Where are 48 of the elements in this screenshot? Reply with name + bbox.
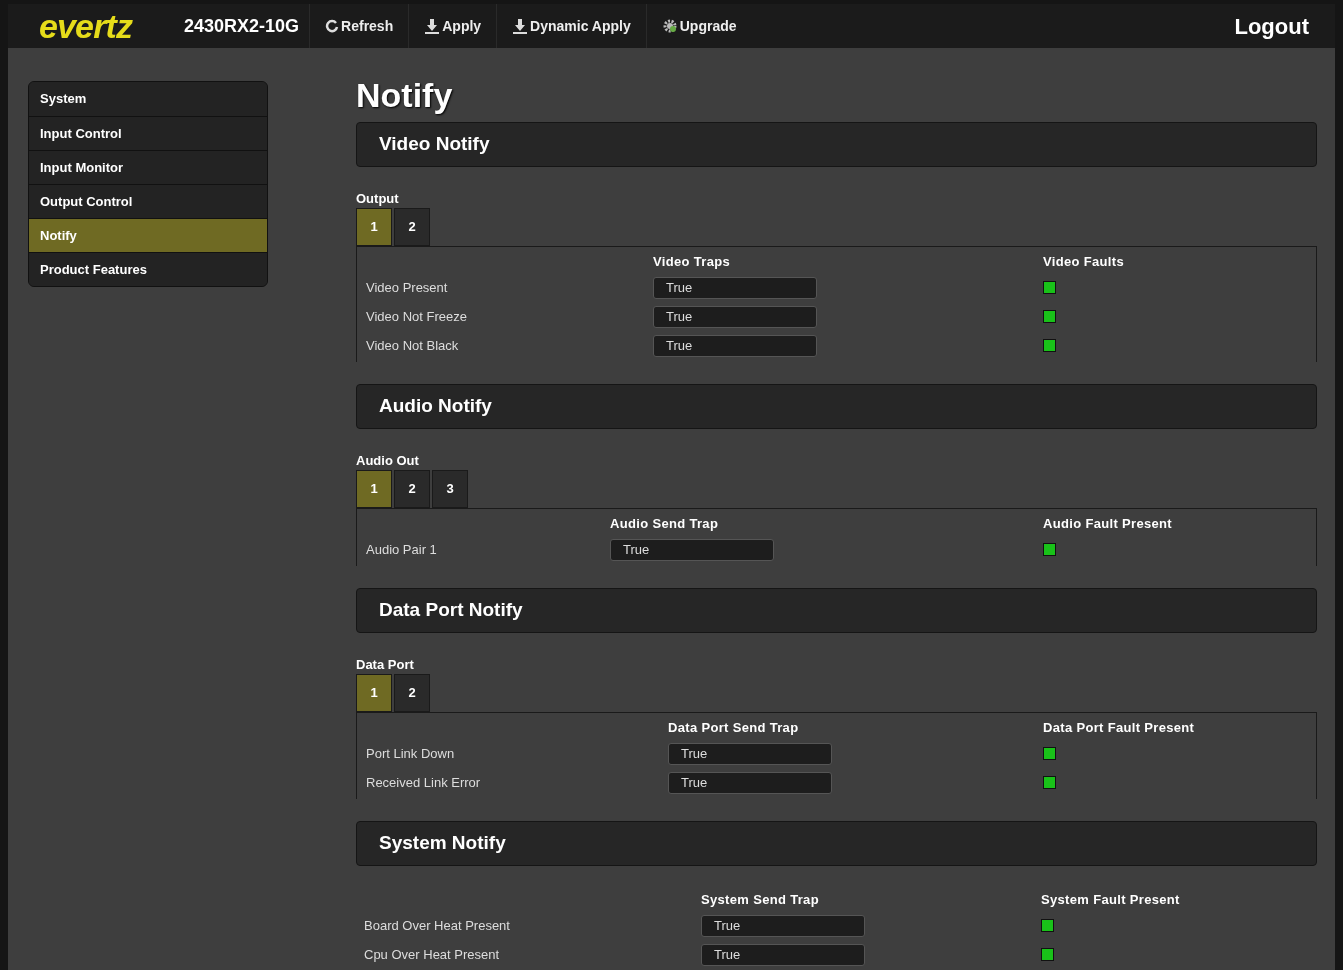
page-title: Notify xyxy=(356,76,454,116)
value-field[interactable]: True xyxy=(701,943,865,966)
logout-button[interactable]: Logout xyxy=(1234,9,1309,43)
column-header: System Fault Present xyxy=(1041,891,1181,909)
tab[interactable]: 2 xyxy=(394,470,430,508)
row-label: Video Not Freeze xyxy=(366,308,468,326)
column-header: System Send Trap xyxy=(701,891,820,909)
row-label: Video Present xyxy=(366,279,449,297)
tab[interactable]: 2 xyxy=(394,208,430,246)
value-field[interactable]: True xyxy=(701,914,865,937)
row-label: Port Link Down xyxy=(366,745,456,763)
column-header: Video Faults xyxy=(1043,253,1125,271)
sidebar-item[interactable]: Product Features xyxy=(29,252,267,286)
row-label: Received Link Error xyxy=(366,774,482,792)
tab[interactable]: 1 xyxy=(356,208,392,246)
column-header: Audio Fault Present xyxy=(1043,515,1173,533)
section-header: System Notify xyxy=(356,821,1317,866)
logo: evertz xyxy=(39,9,134,43)
tab-group-label: Data Port xyxy=(356,656,415,674)
column-header: Data Port Send Trap xyxy=(668,719,800,737)
value-field[interactable]: True xyxy=(668,742,832,765)
column-header: Audio Send Trap xyxy=(610,515,720,533)
row-label: Cpu Over Heat Present xyxy=(364,946,501,964)
section-header: Data Port Notify xyxy=(356,588,1317,633)
gear-icon xyxy=(661,18,678,34)
value-field[interactable]: True xyxy=(653,305,817,328)
download-icon xyxy=(424,18,441,34)
column-header: Data Port Fault Present xyxy=(1043,719,1196,737)
value-field[interactable]: True xyxy=(653,276,817,299)
download-icon xyxy=(512,18,529,34)
tab[interactable]: 1 xyxy=(356,674,392,712)
sidebar-item[interactable]: Notify xyxy=(29,218,267,252)
row-label: Audio Pair 1 xyxy=(366,541,438,559)
value-field[interactable]: True xyxy=(610,538,774,561)
tab[interactable]: 2 xyxy=(394,674,430,712)
section-header: Video Notify xyxy=(356,122,1317,167)
row-label: Video Not Black xyxy=(366,337,460,355)
value-field[interactable]: True xyxy=(653,334,817,357)
section-header: Audio Notify xyxy=(356,384,1317,429)
value-field[interactable]: True xyxy=(668,771,832,794)
tab[interactable]: 1 xyxy=(356,470,392,508)
column-header: Video Traps xyxy=(653,253,732,271)
tab-group-label: Audio Out xyxy=(356,452,420,470)
refresh-icon xyxy=(325,19,340,33)
tab[interactable]: 3 xyxy=(432,470,468,508)
model-name: 2430RX2-10G xyxy=(184,14,300,38)
row-label: Board Over Heat Present xyxy=(364,917,511,935)
tab-group-label: Output xyxy=(356,190,400,208)
